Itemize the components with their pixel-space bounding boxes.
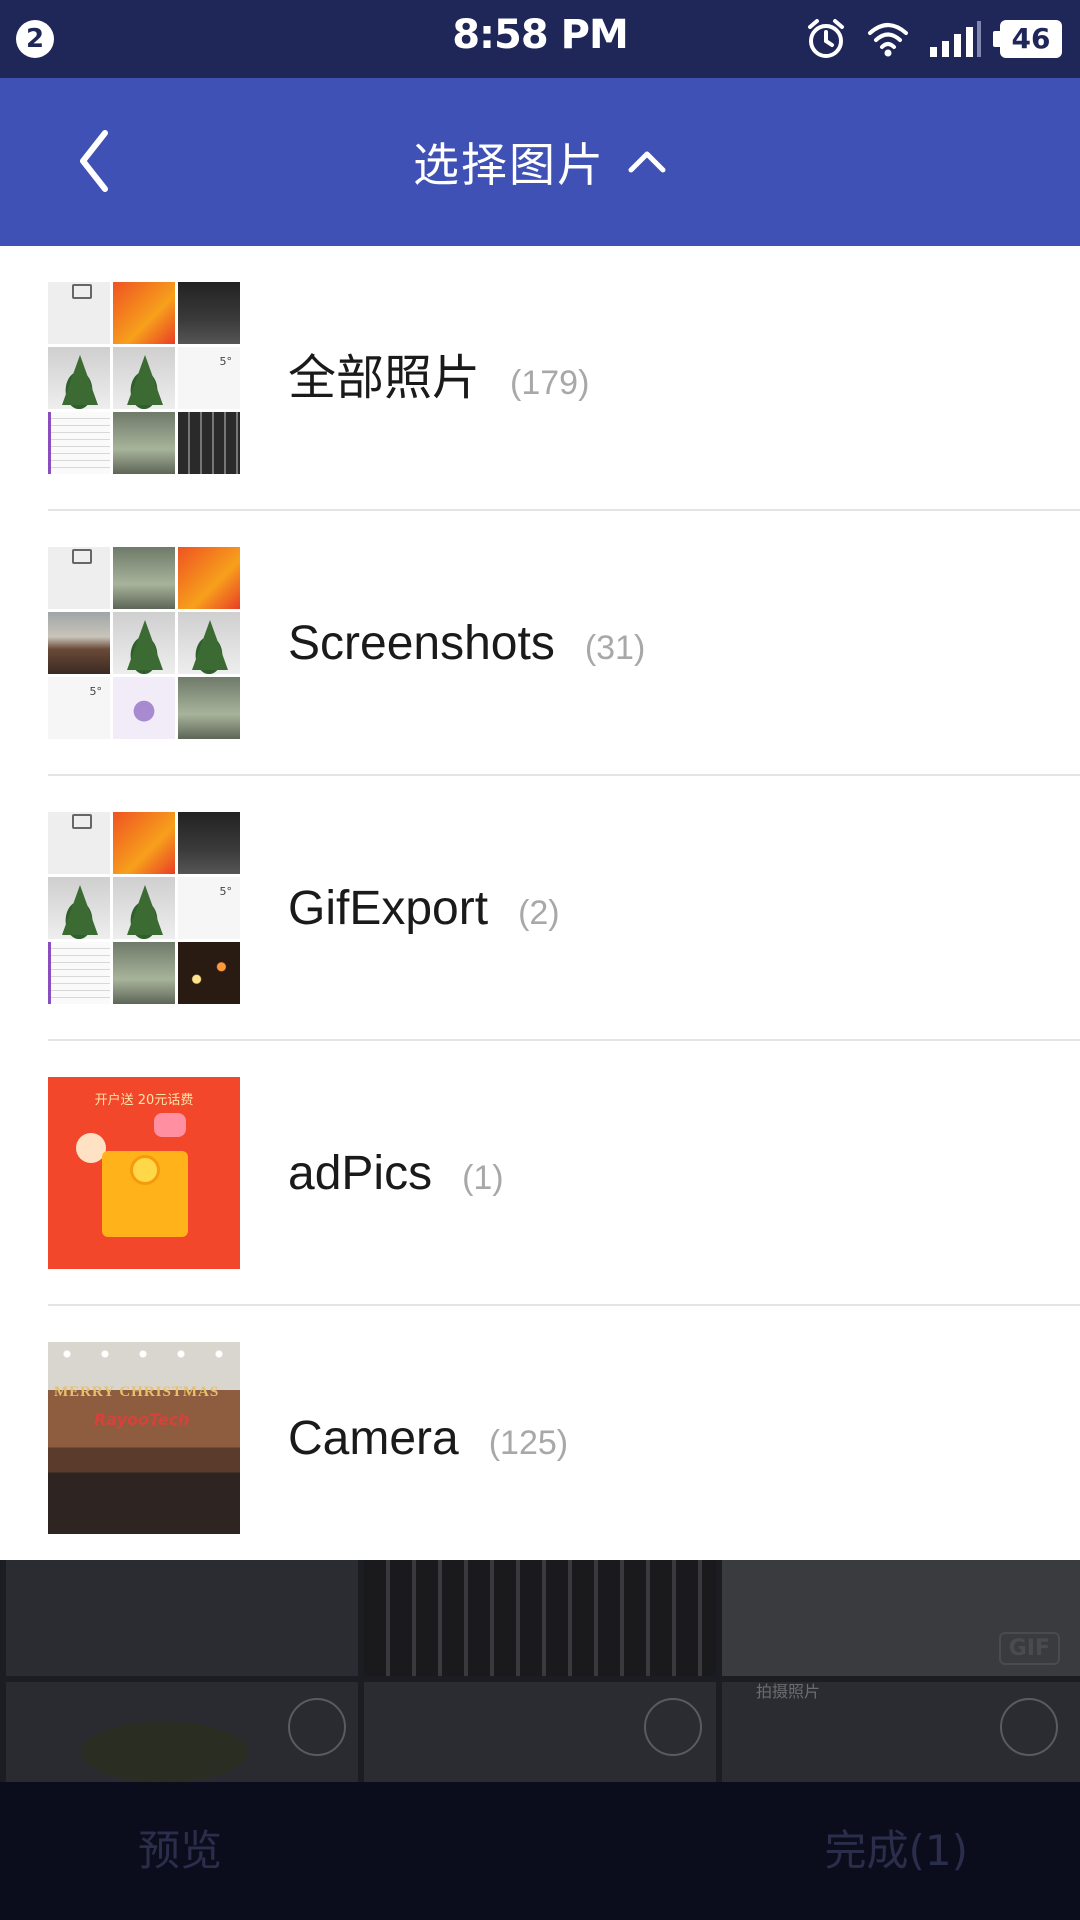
ad-banner-text: 开户送 20元话费 (94, 1093, 194, 1108)
album-list: 全部照片 (179) Screenshots (31) GifExport (2) (0, 246, 1080, 1560)
album-item-camera[interactable]: MERRY CHRISTMAS RayooTech Camera (125) (0, 1306, 1080, 1571)
album-thumbnail (48, 282, 240, 474)
chevron-up-icon (628, 151, 666, 173)
preview-button[interactable]: 预览 (138, 1782, 222, 1920)
page-title: 选择图片 (413, 138, 605, 192)
album-item-gifexport[interactable]: GifExport (2) (0, 776, 1080, 1041)
app-bar: 选择图片 (0, 78, 1080, 246)
album-count: (125) (488, 1424, 569, 1462)
album-item-adpics[interactable]: 开户送 20元话费 adPics (1) (0, 1041, 1080, 1306)
album-thumbnail: MERRY CHRISTMAS RayooTech (48, 1342, 240, 1534)
battery-icon: 46 (993, 20, 1062, 58)
album-count: (179) (510, 364, 590, 402)
album-thumbnail (48, 547, 240, 739)
select-circle-icon[interactable] (288, 1698, 346, 1756)
album-name: Camera (288, 1412, 459, 1465)
album-item-screenshots[interactable]: Screenshots (31) (0, 511, 1080, 776)
album-thumbnail: 开户送 20元话费 (48, 1077, 240, 1269)
signal-icon (930, 21, 981, 57)
photo-tile (364, 1560, 716, 1676)
album-selector-toggle[interactable]: 选择图片 (0, 78, 1080, 246)
done-button[interactable]: 完成(1) (825, 1782, 969, 1920)
alarm-icon (808, 19, 844, 58)
capture-label: 拍摄照片 (756, 1682, 821, 1701)
album-name: Screenshots (288, 617, 555, 670)
album-count: (1) (462, 1159, 504, 1197)
status-icons: 46 (804, 16, 1062, 62)
album-thumbnail (48, 812, 240, 1004)
album-name: GifExport (288, 882, 489, 935)
select-circle-icon[interactable] (644, 1698, 702, 1756)
album-item-all-photos[interactable]: 全部照片 (179) (0, 246, 1080, 511)
album-name: 全部照片 (288, 352, 481, 405)
wifi-icon (868, 23, 908, 57)
camera-thumb-logo: RayooTech (94, 1410, 190, 1429)
camera-thumb-text: MERRY CHRISTMAS (54, 1384, 220, 1400)
album-count: (2) (518, 894, 560, 932)
album-name: adPics (288, 1147, 433, 1200)
photo-tile (6, 1560, 358, 1676)
dimmed-photo-grid[interactable]: GIF 拍摄照片 (0, 1560, 1080, 1782)
status-bar: 2 8:58 PM 46 (0, 0, 1080, 78)
album-count: (31) (584, 629, 646, 667)
gif-badge: GIF (998, 1632, 1060, 1665)
select-circle-icon[interactable] (1000, 1698, 1058, 1756)
bottom-bar: 预览 完成(1) (0, 1782, 1080, 1920)
photo-tile: GIF (722, 1560, 1080, 1676)
